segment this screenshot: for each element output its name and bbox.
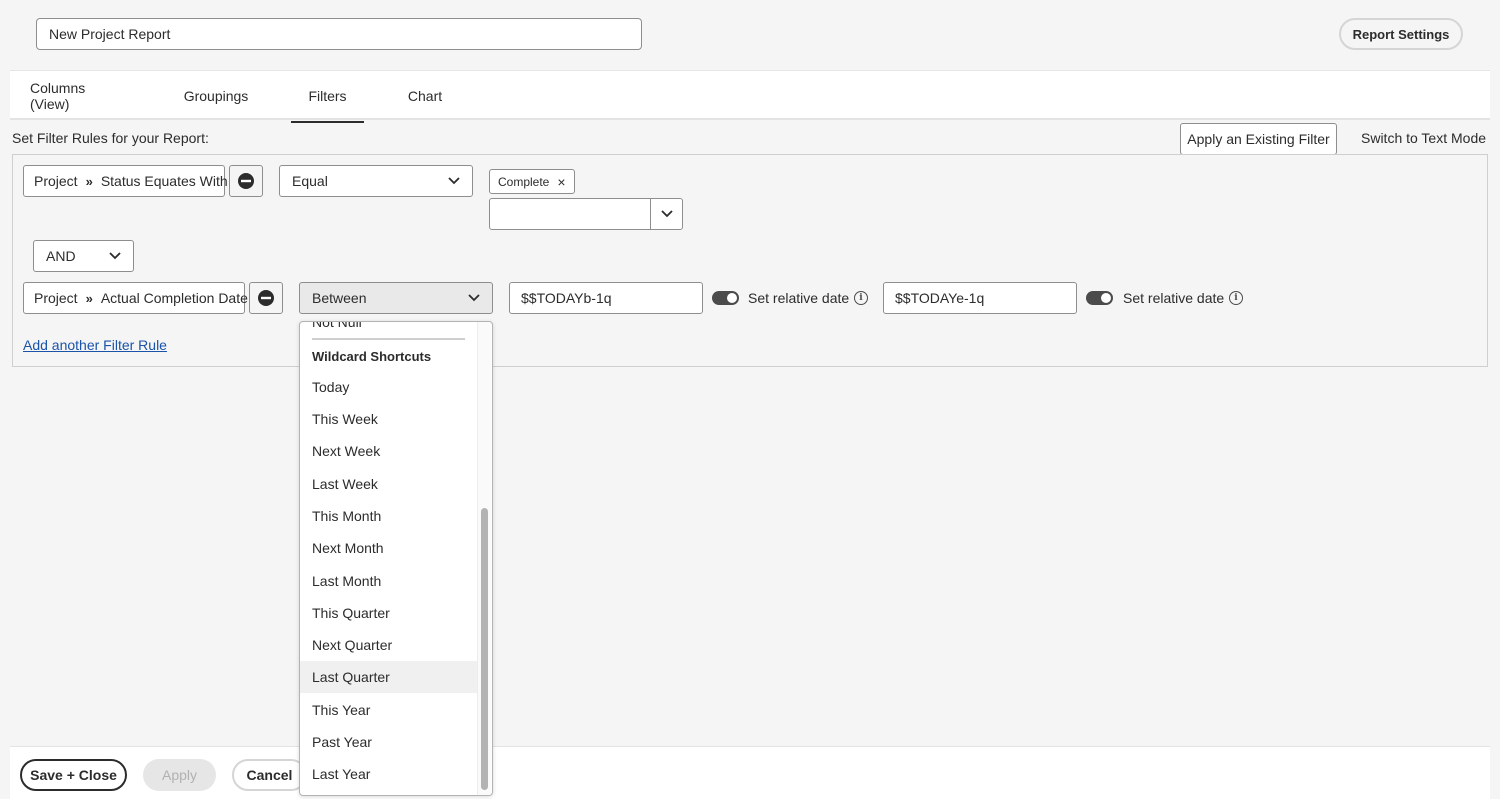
add-filter-rule-link[interactable]: Add another Filter Rule (23, 337, 167, 353)
close-icon[interactable]: × (557, 174, 565, 190)
operator-value: Between (312, 290, 367, 306)
operator-select-equal[interactable]: Equal (279, 165, 473, 197)
dropdown-option-not-null[interactable]: Not Null (300, 322, 477, 338)
minus-circle-icon (258, 290, 274, 306)
value-combobox[interactable] (489, 198, 683, 230)
report-name-input[interactable]: New Project Report (36, 18, 642, 50)
save-close-button[interactable]: Save + Close (20, 759, 127, 791)
report-settings-button[interactable]: Report Settings (1339, 18, 1463, 50)
chip-label: Complete (498, 174, 550, 189)
apply-existing-filter-button[interactable]: Apply an Existing Filter (1180, 123, 1337, 155)
dropdown-option-today[interactable]: Today (300, 371, 477, 403)
dropdown-option-this-month[interactable]: This Month (300, 500, 477, 532)
tab-filters[interactable]: Filters (291, 71, 364, 123)
dropdown-option-last-quarter[interactable]: Last Quarter (300, 661, 477, 693)
dropdown-option-this-week[interactable]: This Week (300, 403, 477, 435)
dropdown-option-next-week[interactable]: Next Week (300, 435, 477, 467)
chevron-down-icon (660, 210, 673, 218)
dropdown-option-last-month[interactable]: Last Month (300, 565, 477, 597)
apply-button[interactable]: Apply (143, 759, 216, 791)
dropdown-option-past-year[interactable]: Past Year (300, 726, 477, 758)
field-name-label: Actual Completion Date (100, 290, 248, 306)
dropdown-option-last-year[interactable]: Last Year (300, 758, 477, 790)
relative-date-toggle-start[interactable] (712, 291, 739, 305)
field-name-label: Status Equates With (100, 173, 228, 189)
relative-date-toggle-end[interactable] (1086, 291, 1113, 305)
chevron-double-right-icon: » (85, 173, 93, 189)
cancel-button[interactable]: Cancel (232, 759, 307, 791)
minus-circle-icon (238, 173, 254, 189)
footer-bar: Save + Close Apply Cancel (10, 746, 1490, 799)
relative-date-label: Set relative date (748, 290, 850, 306)
remove-rule-button[interactable] (249, 282, 283, 314)
dropdown-option-next-quarter[interactable]: Next Quarter (300, 629, 477, 661)
field-object-label: Project (34, 173, 78, 189)
tab-groupings[interactable]: Groupings (184, 71, 249, 121)
relative-date-label: Set relative date (1123, 290, 1225, 306)
tab-chart[interactable]: Chart (408, 71, 442, 121)
remove-rule-button[interactable] (229, 165, 263, 197)
chevron-down-icon (448, 177, 460, 185)
tab-bar: Columns (View) Groupings Filters Chart (10, 70, 1490, 123)
tab-columns-view[interactable]: Columns (View) (30, 71, 122, 121)
end-date-input[interactable]: $$TODAYe-1q (883, 282, 1077, 314)
field-object-label: Project (34, 290, 78, 306)
filter-section-label: Set Filter Rules for your Report: (12, 130, 209, 146)
operator-dropdown-menu[interactable]: Not Null Wildcard Shortcuts Today This W… (299, 321, 493, 796)
filter-field-status[interactable]: Project » Status Equates With (23, 165, 228, 197)
dropdown-option-this-quarter[interactable]: This Quarter (300, 597, 477, 629)
dropdown-scrollbar-thumb[interactable] (481, 508, 488, 790)
dropdown-option-next-month[interactable]: Next Month (300, 532, 477, 564)
dropdown-divider (312, 338, 465, 340)
operator-select-between[interactable]: Between (299, 282, 493, 314)
dropdown-option-this-year[interactable]: This Year (300, 694, 477, 726)
chevron-down-icon (468, 294, 480, 302)
combobox-toggle-button[interactable] (650, 199, 682, 229)
info-icon[interactable]: i (1229, 291, 1243, 305)
info-icon[interactable]: i (854, 291, 868, 305)
conjunction-value: AND (46, 248, 76, 264)
filter-field-actual-completion-date[interactable]: Project » Actual Completion Date (23, 282, 248, 314)
operator-value: Equal (292, 173, 328, 189)
dropdown-group-header: Wildcard Shortcuts (312, 349, 432, 364)
chevron-double-right-icon: » (85, 290, 93, 306)
switch-to-text-mode-button[interactable]: Switch to Text Mode (1361, 130, 1486, 146)
dropdown-option-last-week[interactable]: Last Week (300, 468, 477, 500)
start-date-input[interactable]: $$TODAYb-1q (509, 282, 703, 314)
chevron-down-icon (109, 252, 121, 260)
value-chip-complete: Complete × (489, 169, 575, 194)
conjunction-select[interactable]: AND (33, 240, 134, 272)
